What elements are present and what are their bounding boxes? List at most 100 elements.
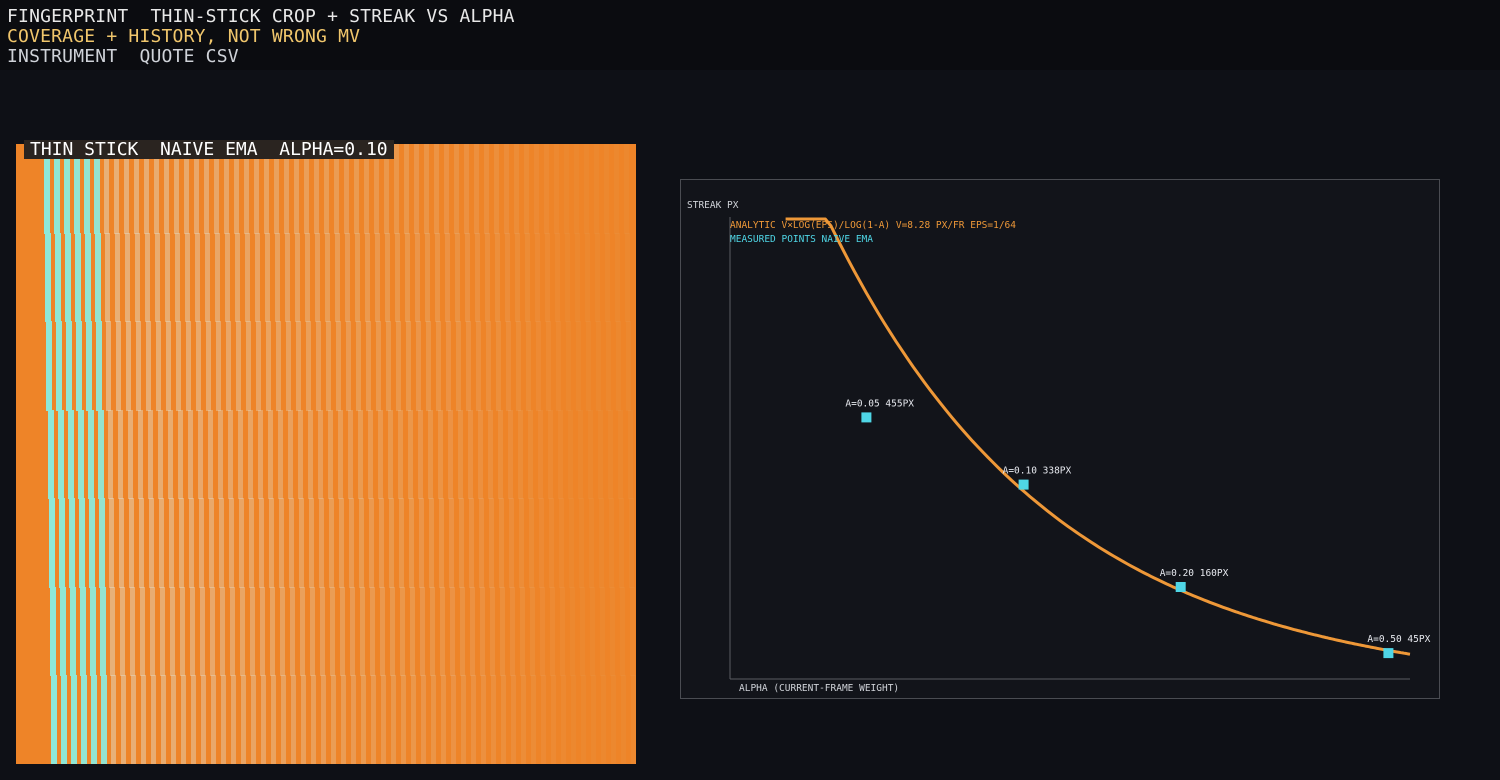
crop-stripe-segment: [125, 232, 131, 323]
crop-stripe-segment: [295, 232, 301, 323]
crop-stripe-segment: [486, 321, 492, 411]
crop-stripe-segment: [607, 409, 613, 500]
crop-stripe-segment: [444, 144, 449, 234]
crop-stripe-segment: [596, 321, 602, 411]
crop-stripe-segment: [371, 675, 377, 764]
crop-stripe-segment: [317, 409, 323, 500]
crop-stripe-segment: [231, 675, 237, 764]
crop-stripe-segment: [378, 498, 384, 588]
analytic-curve: [785, 217, 1411, 656]
crop-stripe-segment: [448, 498, 454, 588]
crop-stripe-segment: [626, 321, 632, 411]
crop-stripe-segment: [335, 232, 341, 323]
crop-stripe-segment: [165, 232, 171, 323]
crop-stripe-segment: [161, 675, 167, 764]
crop-stripe-segment: [396, 321, 402, 411]
crop-stripe-segment: [305, 232, 311, 323]
crop-stripe-segment: [577, 409, 583, 500]
crop-stripe-segment: [171, 675, 177, 764]
crop-stripe-segment: [606, 321, 612, 411]
crop-stripe-segment: [390, 586, 395, 677]
crop-stripe-segment: [338, 498, 344, 588]
crop-stripe-segment: [425, 232, 431, 323]
crop-stripe-segment: [570, 586, 575, 677]
crop-stripe-segment: [601, 675, 607, 764]
crop-stripe-segment: [268, 498, 274, 588]
crop-stripe-segment: [500, 586, 505, 677]
crop-stripe-segment: [605, 232, 611, 323]
crop-stripe-segment: [586, 321, 592, 411]
crop-stripe-segment: [355, 232, 361, 323]
crop-stripe-segment: [356, 321, 362, 411]
crop-stripe-segment: [455, 232, 461, 323]
crop-stripe-segment: [328, 498, 334, 588]
crop-stripe-segment: [215, 232, 221, 323]
crop-stripe-segment: [565, 232, 571, 323]
crop-stripe-segment: [430, 586, 435, 677]
crop-stripe-segment: [366, 321, 372, 411]
crop-stripe-segment: [331, 675, 337, 764]
crop-stripe-segment: [310, 586, 315, 677]
crop-stripe-segment: [445, 232, 451, 323]
crop-stripe-segment: [530, 586, 535, 677]
crop-stripe-segment: [474, 144, 479, 234]
crop-stripe-segment: [286, 321, 292, 411]
crop-stripe-segment: [407, 409, 413, 500]
crop-stripe-segment: [141, 675, 147, 764]
crop-stripe-segment: [96, 321, 103, 411]
crop-stripe-segment: [421, 675, 427, 764]
crop-stripe-segment: [316, 321, 322, 411]
crop-stripe-segment: [240, 586, 245, 677]
crop-stripe-segment: [476, 321, 482, 411]
crop-stripe-segment: [521, 675, 527, 764]
crop-stripe-segment: [196, 321, 202, 411]
crop-stripe-segment: [405, 232, 411, 323]
crop-stripe-segment: [116, 321, 122, 411]
crop-stripe-segment: [126, 321, 132, 411]
crop-stripe-segment: [270, 586, 275, 677]
crop-stripe-segment: [475, 232, 481, 323]
measured-point-label: A=0.05 455PX: [845, 398, 914, 409]
crop-stripe-segment: [117, 409, 123, 500]
crop-stripe-segment: [614, 144, 619, 234]
crop-stripe-segment: [191, 675, 197, 764]
crop-stripe-segment: [615, 232, 621, 323]
crop-stripe-segment: [80, 586, 86, 677]
crop-stripe-segment: [414, 144, 419, 234]
crop-stripe-segment: [47, 409, 54, 500]
crop-stripe-segment: [148, 498, 154, 588]
measured-point-label: A=0.10 338PX: [1003, 466, 1072, 477]
crop-stripe-segment: [581, 675, 587, 764]
crop-stripe-segment: [621, 675, 627, 764]
crop-stripe-segment: [525, 232, 531, 323]
crop-stripe-segment: [108, 498, 114, 588]
crop-stripe-segment: [265, 232, 271, 323]
crop-stripe-segment: [201, 675, 207, 764]
crop-stripe-segment: [320, 586, 325, 677]
header-bar: FINGERPRINT THIN-STICK CROP + STREAK VS …: [0, 0, 1500, 70]
crop-stripe-segment: [370, 586, 375, 677]
crop-stripe-segment: [358, 498, 364, 588]
crop-stripe-segment: [50, 586, 56, 677]
crop-stripe-segment: [208, 498, 214, 588]
crop-stripe-segment: [360, 586, 365, 677]
crop-stripe-segment: [524, 144, 529, 234]
crop-stripe-segment: [120, 586, 125, 677]
crop-stripe-segment: [575, 232, 581, 323]
crop-stripe-segment: [55, 232, 62, 323]
crop-stripe-segment: [434, 144, 439, 234]
crop-stripe-segment: [438, 498, 444, 588]
crop-stripe-segment: [598, 498, 604, 588]
crop-stripe-segment: [306, 321, 312, 411]
crop-stripe-segment: [350, 586, 355, 677]
crop-stripe-segment: [237, 409, 243, 500]
crop-stripe-segment: [287, 409, 293, 500]
crop-stripe-segment: [97, 409, 104, 500]
crop-stripe-segment: [427, 409, 433, 500]
crop-stripe-segment: [488, 498, 494, 588]
crop-stripe-segment: [157, 409, 163, 500]
crop-stripe-segment: [417, 409, 423, 500]
crop-stripe-segment: [278, 498, 284, 588]
crop-stripe-segment: [211, 675, 217, 764]
crop-stripe-segment: [277, 409, 283, 500]
